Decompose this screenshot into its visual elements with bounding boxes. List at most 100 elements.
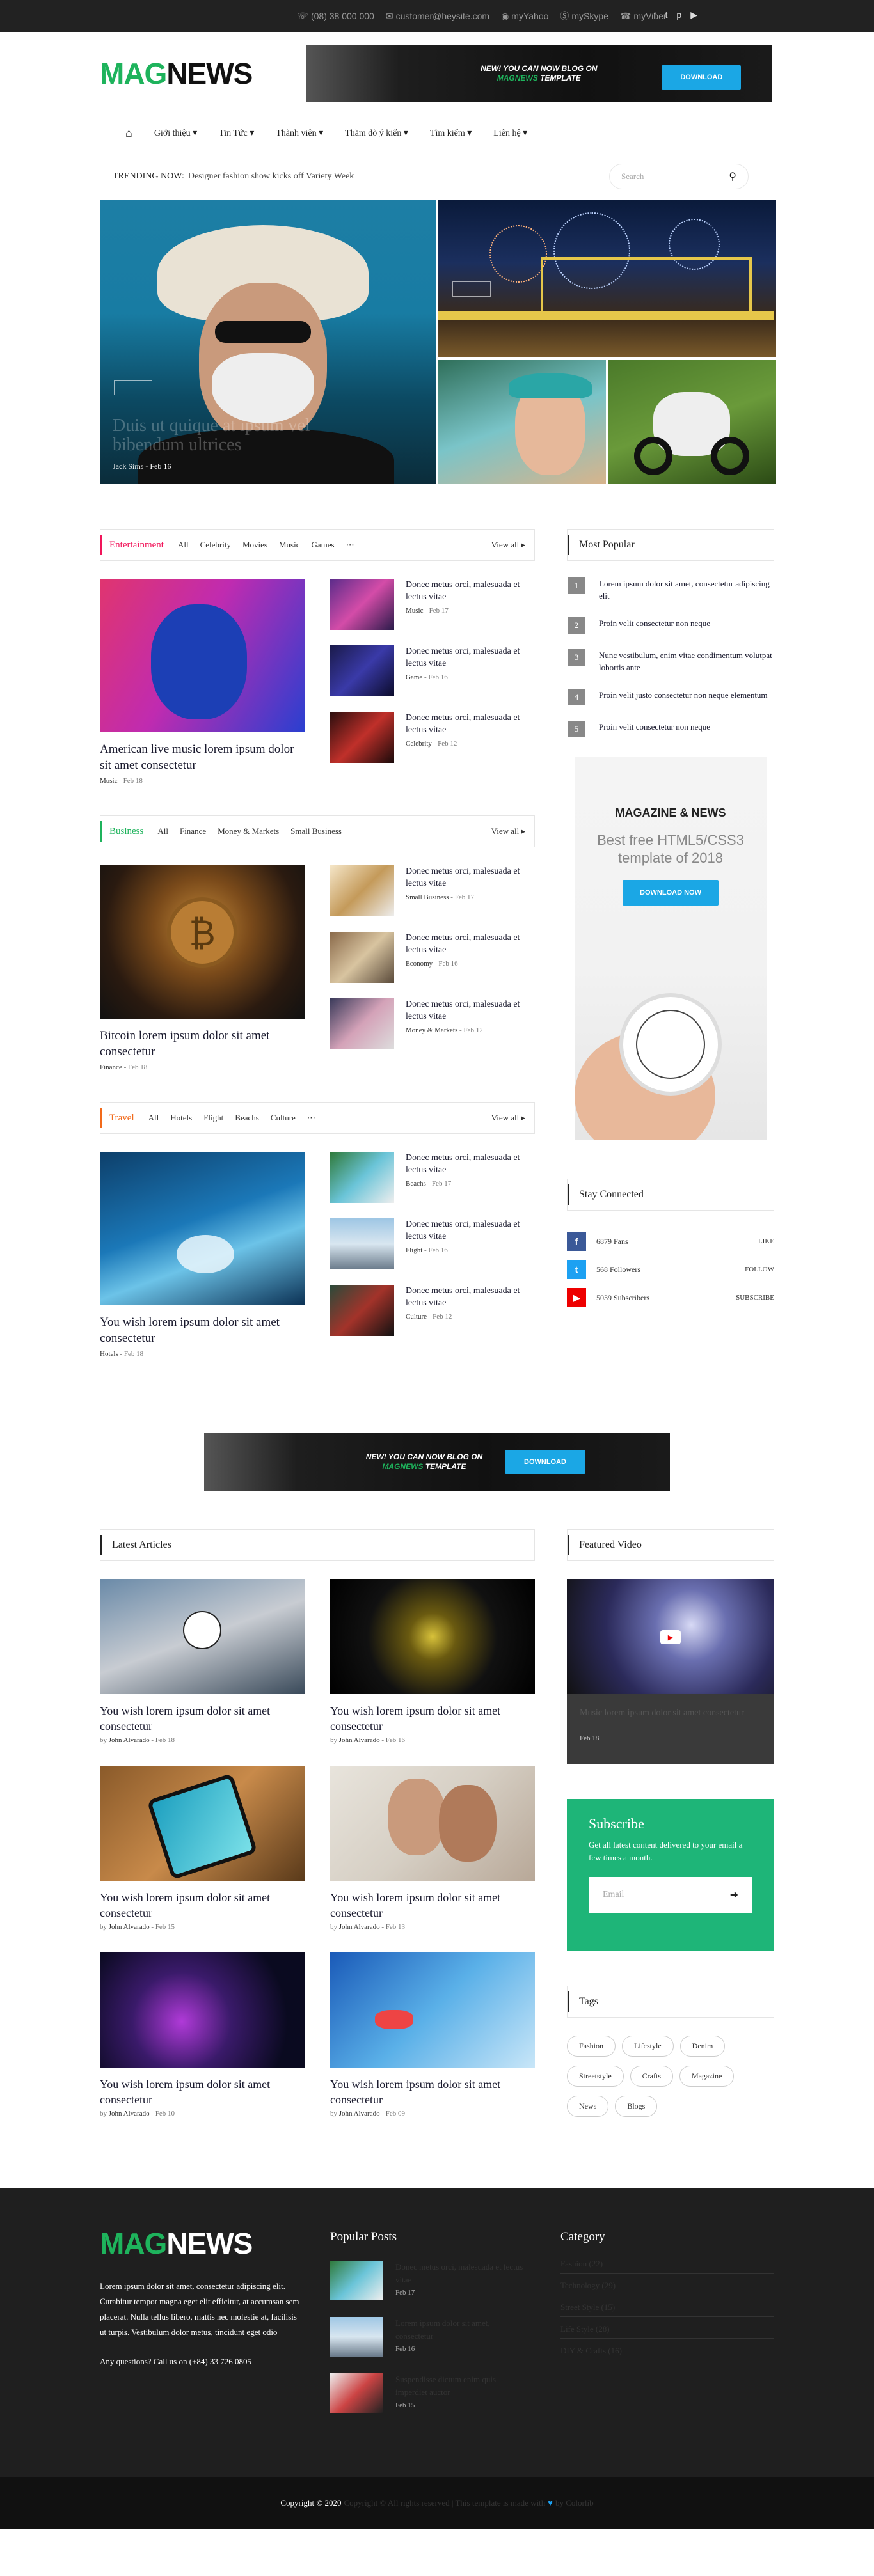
post-title[interactable]: Donec metus orci, malesuada et lectus vi… bbox=[406, 645, 535, 670]
nav-item-news[interactable]: Tin Tức ▾ bbox=[219, 128, 254, 139]
search-input[interactable]: Search bbox=[621, 171, 644, 182]
article-card[interactable]: You wish lorem ipsum dolor sit amet cons… bbox=[330, 1952, 535, 2117]
tab-money-markets[interactable]: Money & Markets bbox=[218, 826, 279, 836]
article-card[interactable]: You wish lorem ipsum dolor sit amet cons… bbox=[100, 1766, 305, 1931]
section-title[interactable]: Business bbox=[109, 826, 143, 837]
footer-post[interactable]: Donec metus orci, malesuada et lectus vi… bbox=[330, 2261, 560, 2300]
featured-video-card[interactable]: ▶ Music lorem ipsum dolor sit amet conse… bbox=[567, 1579, 774, 1764]
tag-chip[interactable]: Lifestyle bbox=[622, 2036, 674, 2057]
social-row-facebook[interactable]: f 6879 Fans LIKE bbox=[567, 1227, 774, 1255]
popular-title[interactable]: Lorem ipsum dolor sit amet, consectetur … bbox=[599, 577, 774, 602]
list-item[interactable]: 5 Proin velit consectetur non neque bbox=[567, 721, 774, 737]
email-field[interactable]: Email ➜ bbox=[589, 1877, 752, 1913]
hero-post-fireworks[interactable] bbox=[438, 200, 776, 357]
featured-post-title[interactable]: You wish lorem ipsum dolor sit amet cons… bbox=[100, 1314, 305, 1346]
tag-chip[interactable]: Crafts bbox=[630, 2066, 673, 2087]
post-title[interactable]: Donec metus orci, malesuada et lectus vi… bbox=[406, 1285, 535, 1309]
list-item[interactable]: Donec metus orci, malesuada et lectus vi… bbox=[330, 1285, 535, 1336]
list-item[interactable]: Donec metus orci, malesuada et lectus vi… bbox=[330, 932, 535, 983]
category-link[interactable]: Fashion (22) bbox=[560, 2252, 774, 2274]
section-title[interactable]: Travel bbox=[109, 1113, 134, 1124]
tag-chip[interactable]: Fashion bbox=[567, 2036, 616, 2057]
post-title[interactable]: Suspendisse dictum enim quis imperdiet a… bbox=[395, 2373, 523, 2399]
post-category[interactable]: Small Business bbox=[406, 893, 449, 901]
list-item[interactable]: Donec metus orci, malesuada et lectus vi… bbox=[330, 865, 535, 916]
article-title[interactable]: You wish lorem ipsum dolor sit amet cons… bbox=[100, 2077, 305, 2107]
play-icon[interactable]: ▶ bbox=[660, 1630, 681, 1644]
email-input[interactable]: Email bbox=[603, 1890, 624, 1900]
post-category[interactable]: Beachs bbox=[406, 1180, 426, 1188]
facebook-icon[interactable]: f bbox=[654, 10, 656, 20]
tab-games[interactable]: Games bbox=[311, 540, 334, 550]
tab-beachs[interactable]: Beachs bbox=[235, 1113, 259, 1123]
footer-logo[interactable]: MAGNEWS bbox=[100, 2226, 330, 2261]
article-card[interactable]: You wish lorem ipsum dolor sit amet cons… bbox=[330, 1579, 535, 1744]
nav-item-search[interactable]: Tìm kiếm ▾ bbox=[430, 128, 472, 139]
article-author[interactable]: John Alvarado bbox=[109, 1736, 150, 1744]
pinterest-icon[interactable]: p bbox=[676, 10, 681, 20]
post-category[interactable]: Finance bbox=[100, 1064, 122, 1071]
article-card[interactable]: You wish lorem ipsum dolor sit amet cons… bbox=[100, 1579, 305, 1744]
popular-title[interactable]: Proin velit consectetur non neque bbox=[599, 617, 710, 629]
post-title[interactable]: Donec metus orci, malesuada et lectus vi… bbox=[406, 579, 535, 603]
phone-contact[interactable]: ☏ (08) 38 000 000 bbox=[297, 10, 374, 22]
post-title[interactable]: Donec metus orci, malesuada et lectus vi… bbox=[406, 932, 535, 956]
banner-download-button[interactable]: DOWNLOAD bbox=[505, 1450, 585, 1474]
home-icon[interactable]: ⌂ bbox=[125, 127, 132, 140]
article-author[interactable]: John Alvarado bbox=[109, 1923, 150, 1931]
view-all-link[interactable]: View all ▸ bbox=[491, 826, 525, 836]
colorlib-link[interactable]: by Colorlib bbox=[555, 2498, 594, 2508]
list-item[interactable]: Donec metus orci, malesuada et lectus vi… bbox=[330, 1218, 535, 1269]
tab-culture[interactable]: Culture bbox=[271, 1113, 296, 1123]
list-item[interactable]: Donec metus orci, malesuada et lectus vi… bbox=[330, 645, 535, 696]
view-all-link[interactable]: View all ▸ bbox=[491, 540, 525, 550]
post-category[interactable]: Culture bbox=[406, 1313, 427, 1321]
hero-post-festival[interactable] bbox=[438, 360, 606, 484]
post-title[interactable]: Donec metus orci, malesuada et lectus vi… bbox=[406, 1152, 535, 1176]
featured-post[interactable]: American live music lorem ipsum dolor si… bbox=[100, 579, 305, 785]
post-category[interactable]: Money & Markets bbox=[406, 1026, 457, 1034]
list-item[interactable]: 4 Proin velit justo consectetur non neque… bbox=[567, 689, 774, 705]
like-button[interactable]: LIKE bbox=[758, 1237, 774, 1245]
article-title[interactable]: You wish lorem ipsum dolor sit amet cons… bbox=[330, 1703, 535, 1734]
section-title[interactable]: Entertainment bbox=[109, 540, 164, 551]
bottom-banner[interactable]: NEW! YOU CAN NOW BLOG ON MAGNEWS TEMPLAT… bbox=[204, 1433, 670, 1491]
header-banner[interactable]: NEW! YOU CAN NOW BLOG ON MAGNEWS TEMPLAT… bbox=[306, 45, 772, 102]
ad-download-button[interactable]: DOWNLOAD NOW bbox=[623, 880, 719, 906]
article-title[interactable]: You wish lorem ipsum dolor sit amet cons… bbox=[330, 1890, 535, 1920]
hero-title[interactable]: Duis ut quique at ipsum vel bibendum ult… bbox=[113, 416, 369, 455]
list-item[interactable]: 2 Proin velit consectetur non neque bbox=[567, 617, 774, 634]
youtube-icon[interactable]: ▶ bbox=[690, 10, 697, 20]
tab-flight[interactable]: Flight bbox=[203, 1113, 223, 1123]
category-link[interactable]: Street Style (15) bbox=[560, 2295, 774, 2317]
list-item[interactable]: 3 Nunc vestibulum, enim vitae condimentum… bbox=[567, 649, 774, 673]
tab-movies[interactable]: Movies bbox=[242, 540, 267, 550]
article-title[interactable]: You wish lorem ipsum dolor sit amet cons… bbox=[100, 1890, 305, 1920]
email-contact[interactable]: ✉ customer@heysite.com bbox=[386, 10, 489, 22]
twitter-contact[interactable]: ◉ myYahoo bbox=[501, 10, 548, 22]
featured-post[interactable]: You wish lorem ipsum dolor sit amet cons… bbox=[100, 1152, 305, 1358]
list-item[interactable]: Donec metus orci, malesuada et lectus vi… bbox=[330, 579, 535, 630]
social-row-youtube[interactable]: ▶ 5039 Subscribers SUBSCRIBE bbox=[567, 1284, 774, 1312]
post-title[interactable]: Lorem ipsum dolor sit amet, consectetur bbox=[395, 2317, 523, 2343]
post-title[interactable]: Donec metus orci, malesuada et lectus vi… bbox=[406, 712, 535, 736]
view-all-link[interactable]: View all ▸ bbox=[491, 1113, 525, 1123]
post-category[interactable]: Music bbox=[406, 607, 424, 615]
video-title[interactable]: Music lorem ipsum dolor sit amet consect… bbox=[580, 1707, 761, 1719]
tab-all[interactable]: All bbox=[148, 1113, 159, 1123]
popular-title[interactable]: Proin velit consectetur non neque bbox=[599, 721, 710, 733]
skype-contact[interactable]: ⓈmySkype bbox=[560, 10, 608, 22]
post-category[interactable]: Economy bbox=[406, 960, 433, 968]
tab-celebrity[interactable]: Celebrity bbox=[200, 540, 231, 550]
post-category[interactable]: Music bbox=[100, 777, 118, 785]
featured-post-title[interactable]: Bitcoin lorem ipsum dolor sit amet conse… bbox=[100, 1028, 305, 1060]
search-icon[interactable]: ⚲ bbox=[729, 170, 736, 183]
sidebar-ad[interactable]: MAGAZINE & NEWS Best free HTML5/CSS3 temp… bbox=[575, 757, 767, 1140]
featured-post[interactable]: ₿ Bitcoin lorem ipsum dolor sit amet con… bbox=[100, 865, 305, 1071]
more-icon[interactable]: ⋯ bbox=[307, 1113, 315, 1123]
tab-all[interactable]: All bbox=[157, 826, 168, 836]
tag-chip[interactable]: Magazine bbox=[679, 2066, 735, 2087]
article-author[interactable]: John Alvarado bbox=[339, 2110, 380, 2117]
more-icon[interactable]: ⋯ bbox=[346, 540, 354, 550]
tag-chip[interactable]: Denim bbox=[679, 2036, 726, 2057]
